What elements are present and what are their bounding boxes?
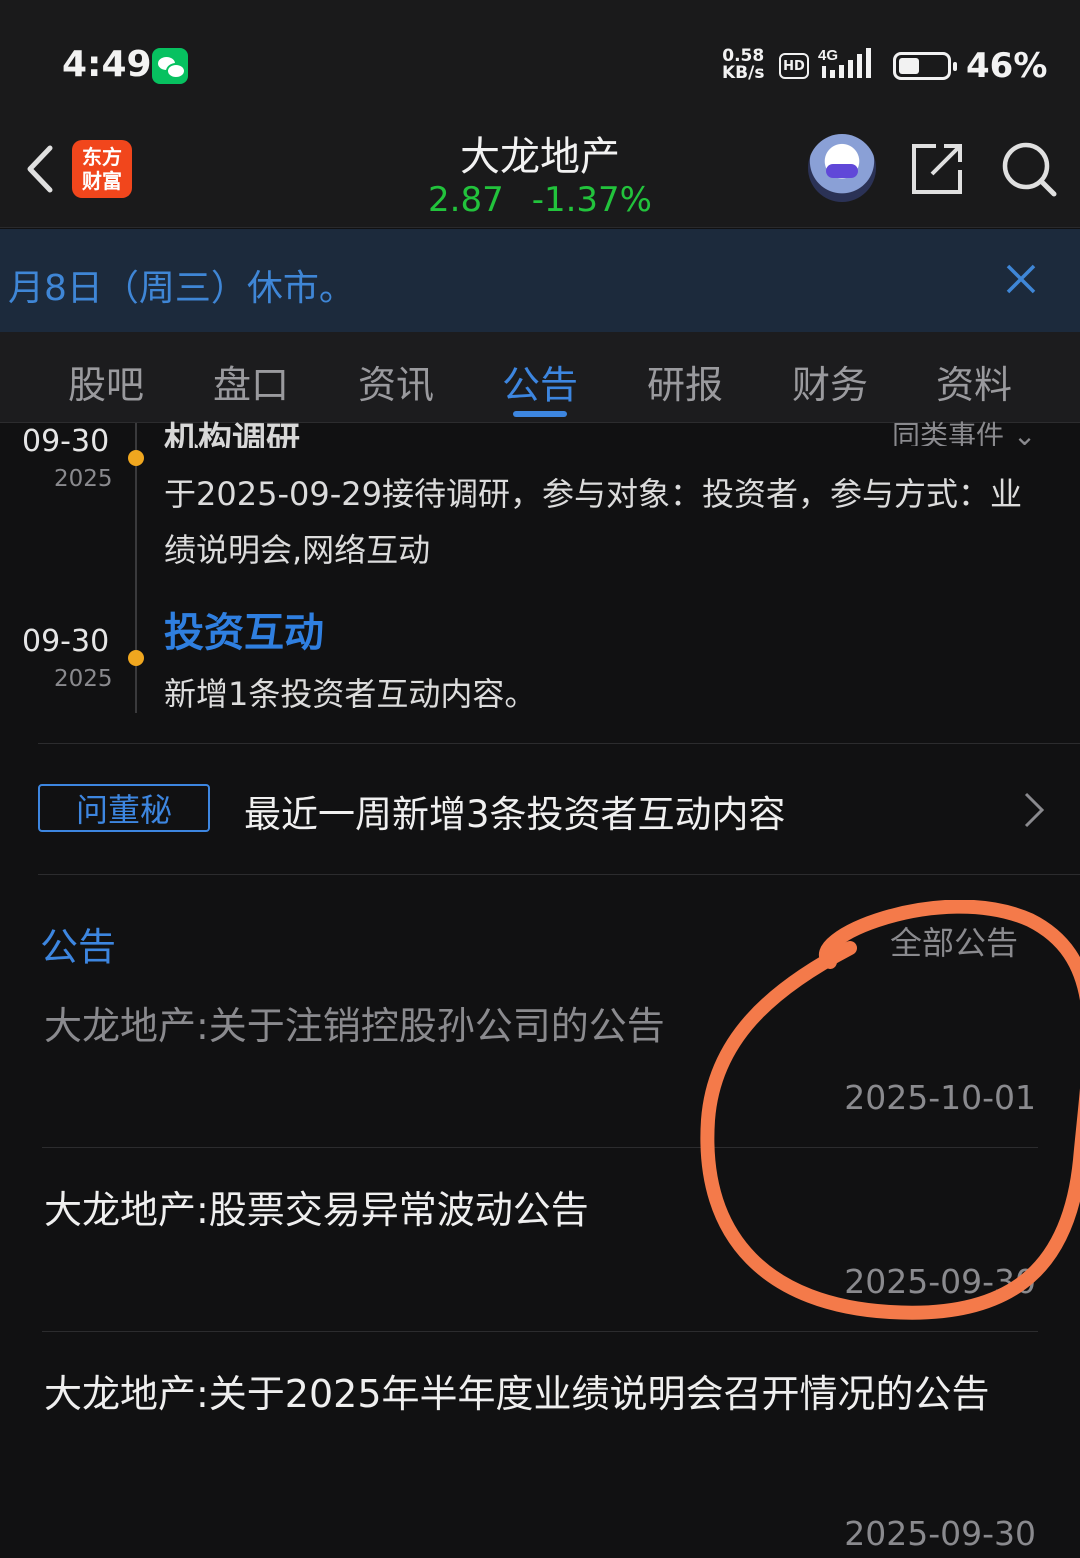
battery-icon [893, 52, 957, 80]
timeline-item-body[interactable]: 新增1条投资者互动内容。 [164, 666, 1044, 722]
timeline-item-title[interactable]: 机构调研 [164, 412, 300, 448]
timeline-item-title[interactable]: 投资互动 [164, 600, 324, 658]
divider [38, 874, 1080, 875]
tab-news[interactable]: 资讯 [336, 354, 456, 409]
share-icon[interactable] [910, 142, 964, 196]
signal-icon: 4G [818, 47, 871, 78]
notice-text: 月8日（周三）休市。 [8, 268, 355, 309]
network-speed: 0.58 KB/s [722, 48, 764, 82]
hd-icon: HD [779, 53, 809, 79]
active-tab-indicator [513, 411, 567, 417]
status-time: 4:49 [62, 44, 152, 85]
divider [38, 743, 1080, 744]
tab-guba[interactable]: 股吧 [46, 354, 166, 409]
secretary-summary: 最近一周新增3条投资者互动内容 [244, 793, 786, 836]
stock-change: -1.37% [531, 180, 652, 220]
announcement-title: 大龙地产:关于注销控股孙公司的公告 [44, 1004, 665, 1048]
timeline-item-date: 09-30 [22, 624, 110, 659]
battery-percent: 46% [966, 46, 1048, 86]
announcement-title: 大龙地产:股票交易异常波动公告 [44, 1188, 589, 1232]
announcement-date: 2025-09-30 [844, 1514, 1036, 1553]
timeline-dot [128, 650, 144, 666]
announcement-date: 2025-09-30 [844, 1262, 1036, 1301]
market-closed-notice-banner: 月8日（周三）休市。 [0, 229, 1080, 332]
announcement-date: 2025-10-01 [844, 1078, 1036, 1117]
stock-price: 2.87 [428, 180, 504, 220]
divider [42, 1147, 1038, 1148]
network-type-label: 4G [818, 47, 838, 64]
stock-tab-bar: 股吧 盘口 资讯 公告 研报 财务 资料 [0, 332, 1080, 423]
search-icon[interactable] [1000, 140, 1058, 198]
tab-pankou[interactable]: 盘口 [191, 354, 311, 409]
tab-finance[interactable]: 财务 [770, 354, 890, 409]
close-icon[interactable] [1004, 262, 1038, 296]
divider [42, 1331, 1038, 1332]
announcements-heading: 公告 [40, 925, 117, 969]
tab-profile[interactable]: 资料 [914, 354, 1034, 409]
similar-events-label: 同类事件 [892, 419, 1005, 446]
timeline-line [135, 423, 137, 713]
timeline-item-year: 2025 [54, 666, 113, 692]
announcement-title: 大龙地产:关于2025年半年度业绩说明会召开情况的公告 [44, 1372, 990, 1416]
timeline-item-date: 09-30 [22, 424, 110, 459]
ai-assistant-robot-icon[interactable] [808, 134, 876, 202]
timeline-item-body[interactable]: 于2025-09-29接待调研，参与对象：投资者，参与方式：业绩说明会,网络互动 [164, 466, 1044, 578]
similar-events-filter[interactable]: 同类事件 ⌄ [892, 414, 1036, 446]
timeline-item-year: 2025 [54, 466, 113, 492]
secretary-tag: 问董秘 [38, 784, 210, 832]
stock-header: 东方 财富 大龙地产 2.87 -1.37% [0, 110, 1080, 228]
network-speed-unit: KB/s [722, 63, 765, 83]
status-bar: 4:49 0.58 KB/s HD 4G 46% [0, 0, 1080, 110]
tab-research[interactable]: 研报 [625, 354, 745, 409]
chevron-right-icon [1024, 792, 1045, 828]
tab-announcements[interactable]: 公告 [480, 354, 600, 409]
wechat-notification-icon [152, 48, 188, 84]
timeline-dot [128, 450, 144, 466]
all-announcements-filter[interactable]: 全部公告 [890, 918, 1018, 964]
